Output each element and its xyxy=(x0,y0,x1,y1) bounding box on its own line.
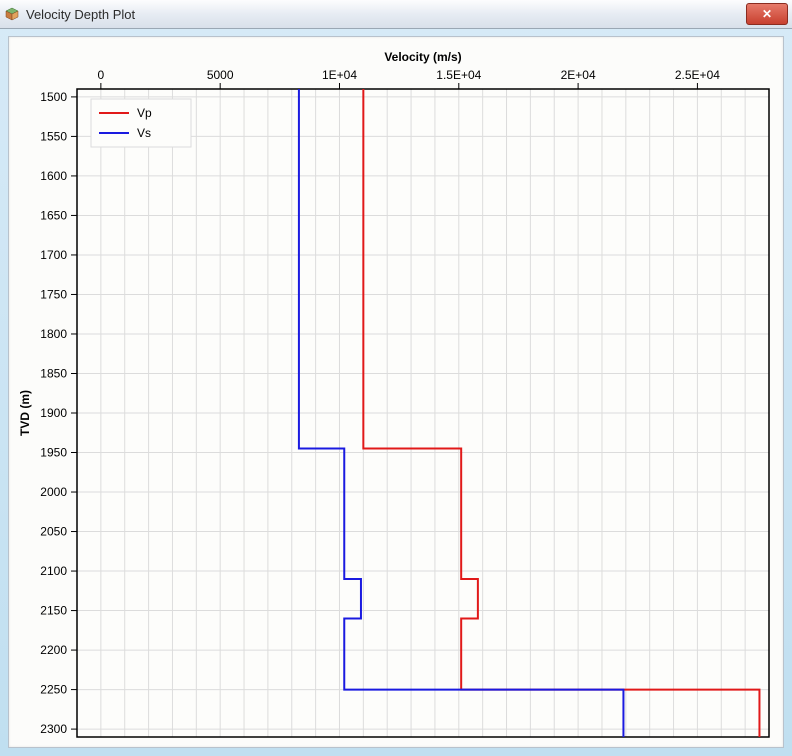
x-tick-label: 1E+04 xyxy=(322,68,357,82)
client-area: 0 5000 1E+04 1.5E+04 2E+04 2.5E+04 Velocity (m… xyxy=(8,36,784,748)
x-tick-label: 0 xyxy=(98,68,105,82)
velocity-depth-chart: 0 5000 1E+04 1.5E+04 2E+04 2.5E+04 Velocity (m… xyxy=(9,37,783,747)
y-tick-label: 1700 xyxy=(40,248,67,262)
y-tick-label: 2250 xyxy=(40,683,67,697)
titlebar[interactable]: Velocity Depth Plot ✕ xyxy=(0,0,792,29)
y-tick-label: 1600 xyxy=(40,169,67,183)
y-tick-label: 2200 xyxy=(40,643,67,657)
close-button[interactable]: ✕ xyxy=(746,3,788,25)
app-icon xyxy=(4,6,20,22)
x-tick-label: 2E+04 xyxy=(561,68,596,82)
x-axis-label: Velocity (m/s) xyxy=(384,50,461,64)
window: Velocity Depth Plot ✕ 0 5000 1E+04 1.5E+04 2… xyxy=(0,0,792,756)
y-tick-label: 2300 xyxy=(40,722,67,736)
close-icon: ✕ xyxy=(762,8,772,20)
legend-label: Vs xyxy=(137,126,151,140)
y-tick-label: 1500 xyxy=(40,90,67,104)
x-tick-label: 1.5E+04 xyxy=(436,68,481,82)
y-tick-label: 1650 xyxy=(40,208,67,222)
y-tick-label: 1900 xyxy=(40,406,67,420)
x-tick-label: 5000 xyxy=(207,68,234,82)
y-tick-label: 2100 xyxy=(40,564,67,578)
window-title: Velocity Depth Plot xyxy=(26,7,746,22)
y-tick-label: 1550 xyxy=(40,129,67,143)
y-tick-label: 1850 xyxy=(40,366,67,380)
y-tick-label: 1950 xyxy=(40,446,67,460)
y-tick-label: 2050 xyxy=(40,525,67,539)
x-tick-label: 2.5E+04 xyxy=(675,68,720,82)
y-tick-label: 2000 xyxy=(40,485,67,499)
y-axis-label: TVD (m) xyxy=(18,390,32,436)
legend-label: Vp xyxy=(137,106,152,120)
y-tick-label: 1800 xyxy=(40,327,67,341)
y-tick-label: 1750 xyxy=(40,287,67,301)
y-tick-label: 2150 xyxy=(40,604,67,618)
